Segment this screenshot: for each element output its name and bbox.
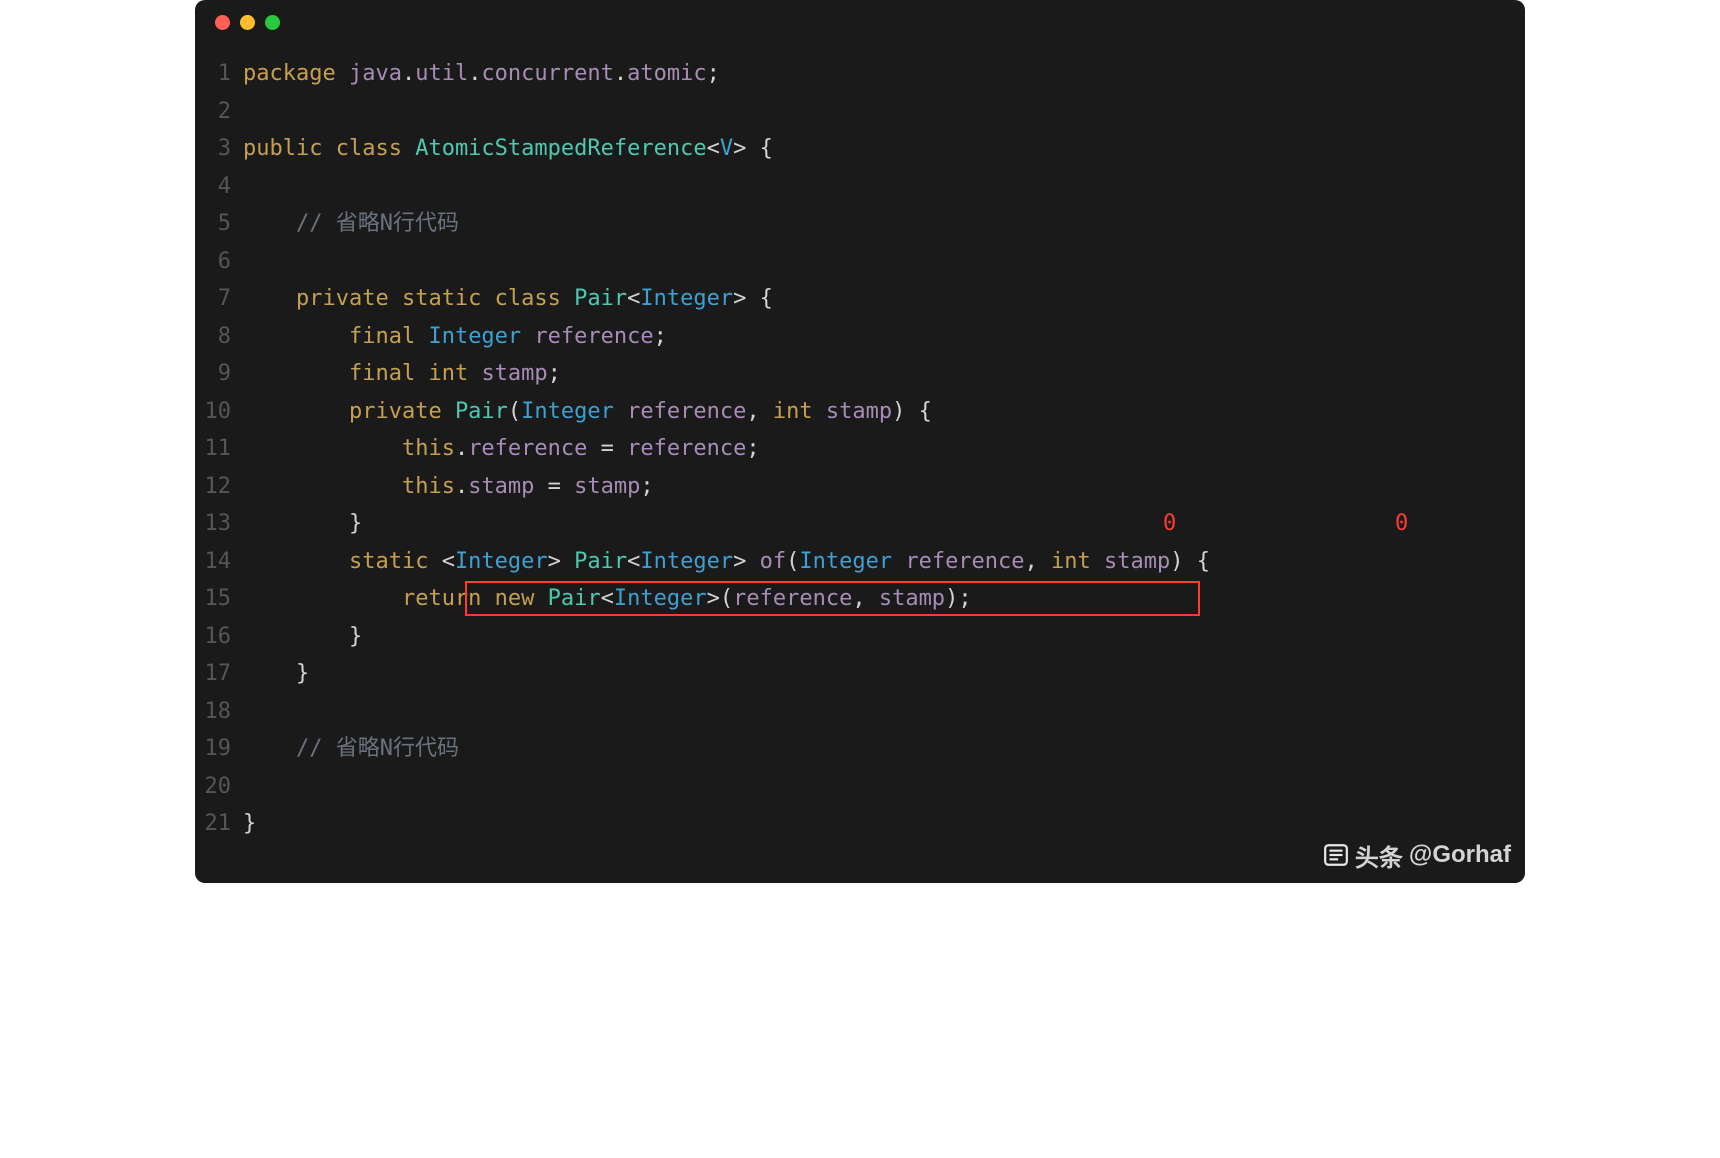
code-line: 15 return new Pair<Integer>(reference, s… — [195, 580, 1505, 618]
code-line: 11 this.reference = reference; — [195, 430, 1505, 468]
code-line: 3 public class AtomicStampedReference<V>… — [195, 130, 1505, 168]
code-line: 16 } — [195, 618, 1505, 656]
code-area: 1 package java.util.concurrent.atomic; 2… — [195, 45, 1525, 883]
code-content: public class AtomicStampedReference<V> { — [243, 130, 1505, 168]
line-number: 13 — [195, 505, 243, 543]
line-number: 15 — [195, 580, 243, 618]
code-line: 1 package java.util.concurrent.atomic; — [195, 55, 1505, 93]
code-content: return new Pair<Integer>(reference, stam… — [243, 580, 1505, 618]
minimize-icon[interactable] — [240, 15, 255, 30]
line-number: 7 — [195, 280, 243, 318]
code-content: final int stamp; — [243, 355, 1505, 393]
toutiao-icon — [1323, 842, 1349, 868]
code-content: private Pair(Integer reference, int stam… — [243, 393, 1505, 431]
code-line: 20 — [195, 768, 1505, 806]
line-number: 14 — [195, 543, 243, 581]
code-content: // 省略N行代码 — [243, 205, 1505, 243]
code-content: private static class Pair<Integer> { — [243, 280, 1505, 318]
line-number: 3 — [195, 130, 243, 168]
code-line: 5 // 省略N行代码 — [195, 205, 1505, 243]
code-line: 6 — [195, 243, 1505, 281]
code-line: 2 — [195, 93, 1505, 131]
code-line: 9 final int stamp; — [195, 355, 1505, 393]
zoom-icon[interactable] — [265, 15, 280, 30]
code-content: } — [243, 618, 1505, 656]
line-number: 16 — [195, 618, 243, 656]
code-line: 18 — [195, 693, 1505, 731]
code-content: package java.util.concurrent.atomic; — [243, 55, 1505, 93]
code-content: // 省略N行代码 — [243, 730, 1505, 768]
line-number: 20 — [195, 768, 243, 806]
annotation-zero: 0 — [1163, 505, 1176, 543]
code-content: } — [243, 655, 1505, 693]
code-content: } — [243, 805, 1505, 843]
code-line: 19 // 省略N行代码 — [195, 730, 1505, 768]
close-icon[interactable] — [215, 15, 230, 30]
line-number: 6 — [195, 243, 243, 281]
line-number: 4 — [195, 168, 243, 206]
code-line: 13 } 0 0 — [195, 505, 1505, 543]
line-number: 8 — [195, 318, 243, 356]
line-number: 9 — [195, 355, 243, 393]
line-number: 19 — [195, 730, 243, 768]
code-content: this.stamp = stamp; — [243, 468, 1505, 506]
line-number: 18 — [195, 693, 243, 731]
line-number: 2 — [195, 93, 243, 131]
watermark: 头条 @Gorhaf — [1323, 838, 1511, 873]
code-line: 8 final Integer reference; — [195, 318, 1505, 356]
line-number: 17 — [195, 655, 243, 693]
code-window: 1 package java.util.concurrent.atomic; 2… — [195, 0, 1525, 883]
code-content: final Integer reference; — [243, 318, 1505, 356]
titlebar — [195, 0, 1525, 45]
code-line: 21 } — [195, 805, 1505, 843]
line-number: 5 — [195, 205, 243, 243]
line-number: 10 — [195, 393, 243, 431]
code-content: static <Integer> Pair<Integer> of(Intege… — [243, 543, 1505, 581]
line-number: 21 — [195, 805, 243, 843]
code-line: 12 this.stamp = stamp; — [195, 468, 1505, 506]
code-line: 14 static <Integer> Pair<Integer> of(Int… — [195, 543, 1505, 581]
annotation-zero: 0 — [1395, 505, 1408, 543]
line-number: 1 — [195, 55, 243, 93]
line-number: 12 — [195, 468, 243, 506]
watermark-label: 头条 — [1355, 838, 1403, 873]
code-line: 7 private static class Pair<Integer> { — [195, 280, 1505, 318]
watermark-handle: @Gorhaf — [1409, 841, 1511, 869]
code-content: this.reference = reference; — [243, 430, 1505, 468]
code-content: } — [243, 505, 1505, 543]
line-number: 11 — [195, 430, 243, 468]
code-line: 17 } — [195, 655, 1505, 693]
code-line: 4 — [195, 168, 1505, 206]
code-line: 10 private Pair(Integer reference, int s… — [195, 393, 1505, 431]
